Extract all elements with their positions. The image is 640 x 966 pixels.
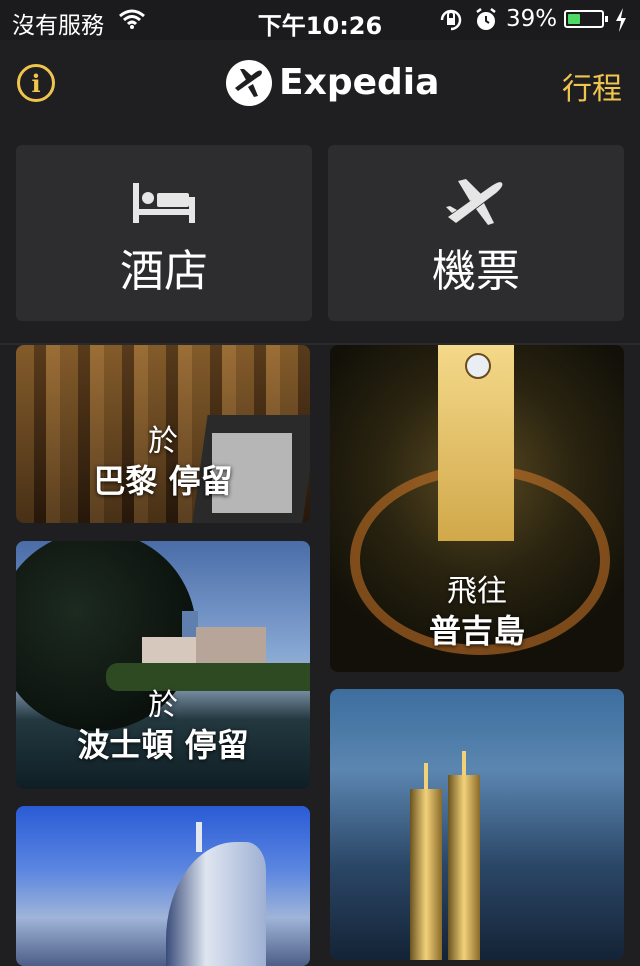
tile-caption-line1: 於: [148, 688, 178, 723]
hotels-button[interactable]: 酒店: [16, 145, 312, 321]
sail-hotel-decoration: [166, 842, 266, 966]
battery-percent: 39%: [506, 6, 558, 32]
destination-tile-dubai[interactable]: [16, 806, 310, 966]
battery-fill: [568, 14, 580, 24]
logo-wordmark: Expedia: [279, 62, 440, 103]
alarm-icon: [474, 7, 498, 37]
flights-button[interactable]: 機票: [328, 145, 624, 321]
airplane-logo-icon: [226, 60, 272, 106]
tile-caption-line1: 於: [148, 424, 178, 459]
trips-button[interactable]: 行程: [562, 64, 622, 108]
app-header: i Expedia 行程: [0, 40, 640, 130]
tile-caption: 於 波士頓 停留: [16, 687, 310, 765]
bed-icon: [16, 181, 312, 229]
clock-face-decoration: [465, 353, 491, 379]
info-button[interactable]: i: [17, 64, 55, 102]
destination-tile-boston[interactable]: 於 波士頓 停留: [16, 541, 310, 789]
battery-nub: [605, 16, 608, 22]
tile-caption: 飛往 普吉島: [330, 573, 624, 651]
mast-decoration: [196, 822, 202, 852]
tile-caption-line1: 飛往: [447, 574, 507, 609]
tile-caption-line2: 普吉島: [428, 612, 525, 650]
destination-tile-kuala-lumpur[interactable]: [330, 689, 624, 960]
tower-decoration: [410, 789, 442, 960]
tile-caption-line2: 巴黎 停留: [93, 462, 233, 500]
tower-decoration: [448, 775, 480, 960]
rotation-lock-icon: [438, 7, 464, 37]
charging-bolt-icon: [614, 7, 628, 37]
destination-tile-paris[interactable]: 於 巴黎 停留: [16, 345, 310, 523]
tile-caption-line2: 波士頓 停留: [77, 726, 249, 764]
destination-tile-phuket[interactable]: 飛往 普吉島: [330, 345, 624, 672]
airplane-icon: [328, 179, 624, 231]
flights-label: 機票: [432, 246, 520, 297]
tile-caption: 於 巴黎 停留: [16, 423, 310, 501]
status-bar: 沒有服務 下午10:26 39%: [0, 0, 640, 40]
hotels-label: 酒店: [120, 246, 208, 297]
battery-icon: [564, 10, 608, 28]
